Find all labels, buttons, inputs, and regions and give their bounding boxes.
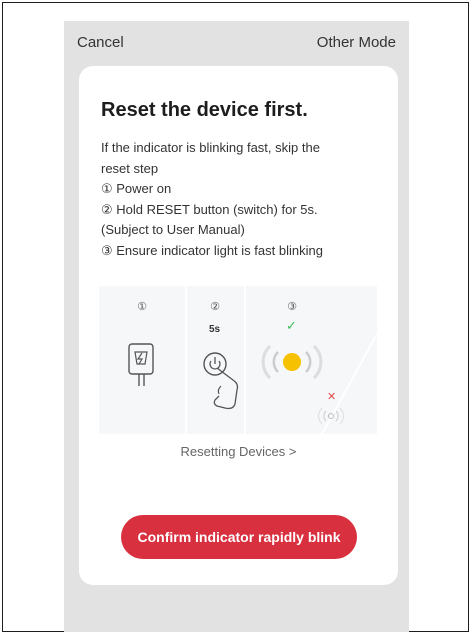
step-power-on-panel: ① xyxy=(99,286,185,434)
instruction-line: reset step xyxy=(101,160,159,176)
instruction-line: ③ Ensure indicator light is fast blinkin… xyxy=(101,242,323,258)
page-title: Reset the device first. xyxy=(101,99,308,121)
instruction-line: ② Hold RESET button (switch) for 5s. xyxy=(101,201,318,217)
reset-card: Reset the device first. If the indicator… xyxy=(79,66,398,585)
phone-screen: Cancel Other Mode Reset the device first… xyxy=(64,21,409,632)
step-fast-blink-panel: ③ ✓ ✕ xyxy=(246,286,377,434)
blinking-light-icon xyxy=(261,333,377,434)
resetting-devices-link[interactable]: Resetting Devices > xyxy=(79,444,398,459)
hand-icon xyxy=(213,367,239,410)
cancel-button[interactable]: Cancel xyxy=(77,34,124,51)
confirm-blink-button[interactable]: Confirm indicator rapidly blink xyxy=(121,515,357,559)
reset-illustration: ① ② 5s ③ ✓ ✕ xyxy=(99,286,377,434)
instructions: If the indicator is blinking fast, skip … xyxy=(101,138,386,261)
cross-icon: ✕ xyxy=(327,391,337,403)
instruction-line: ① Power on xyxy=(101,181,172,196)
other-mode-button[interactable]: Other Mode xyxy=(317,34,396,51)
step-hold-reset-panel: ② 5s xyxy=(187,286,244,434)
instruction-line: If the indicator is blinking fast, skip … xyxy=(101,140,320,155)
plug-icon xyxy=(128,343,154,386)
top-bar: Cancel Other Mode xyxy=(64,21,409,65)
instruction-line: (Subject to User Manual) xyxy=(101,222,245,237)
